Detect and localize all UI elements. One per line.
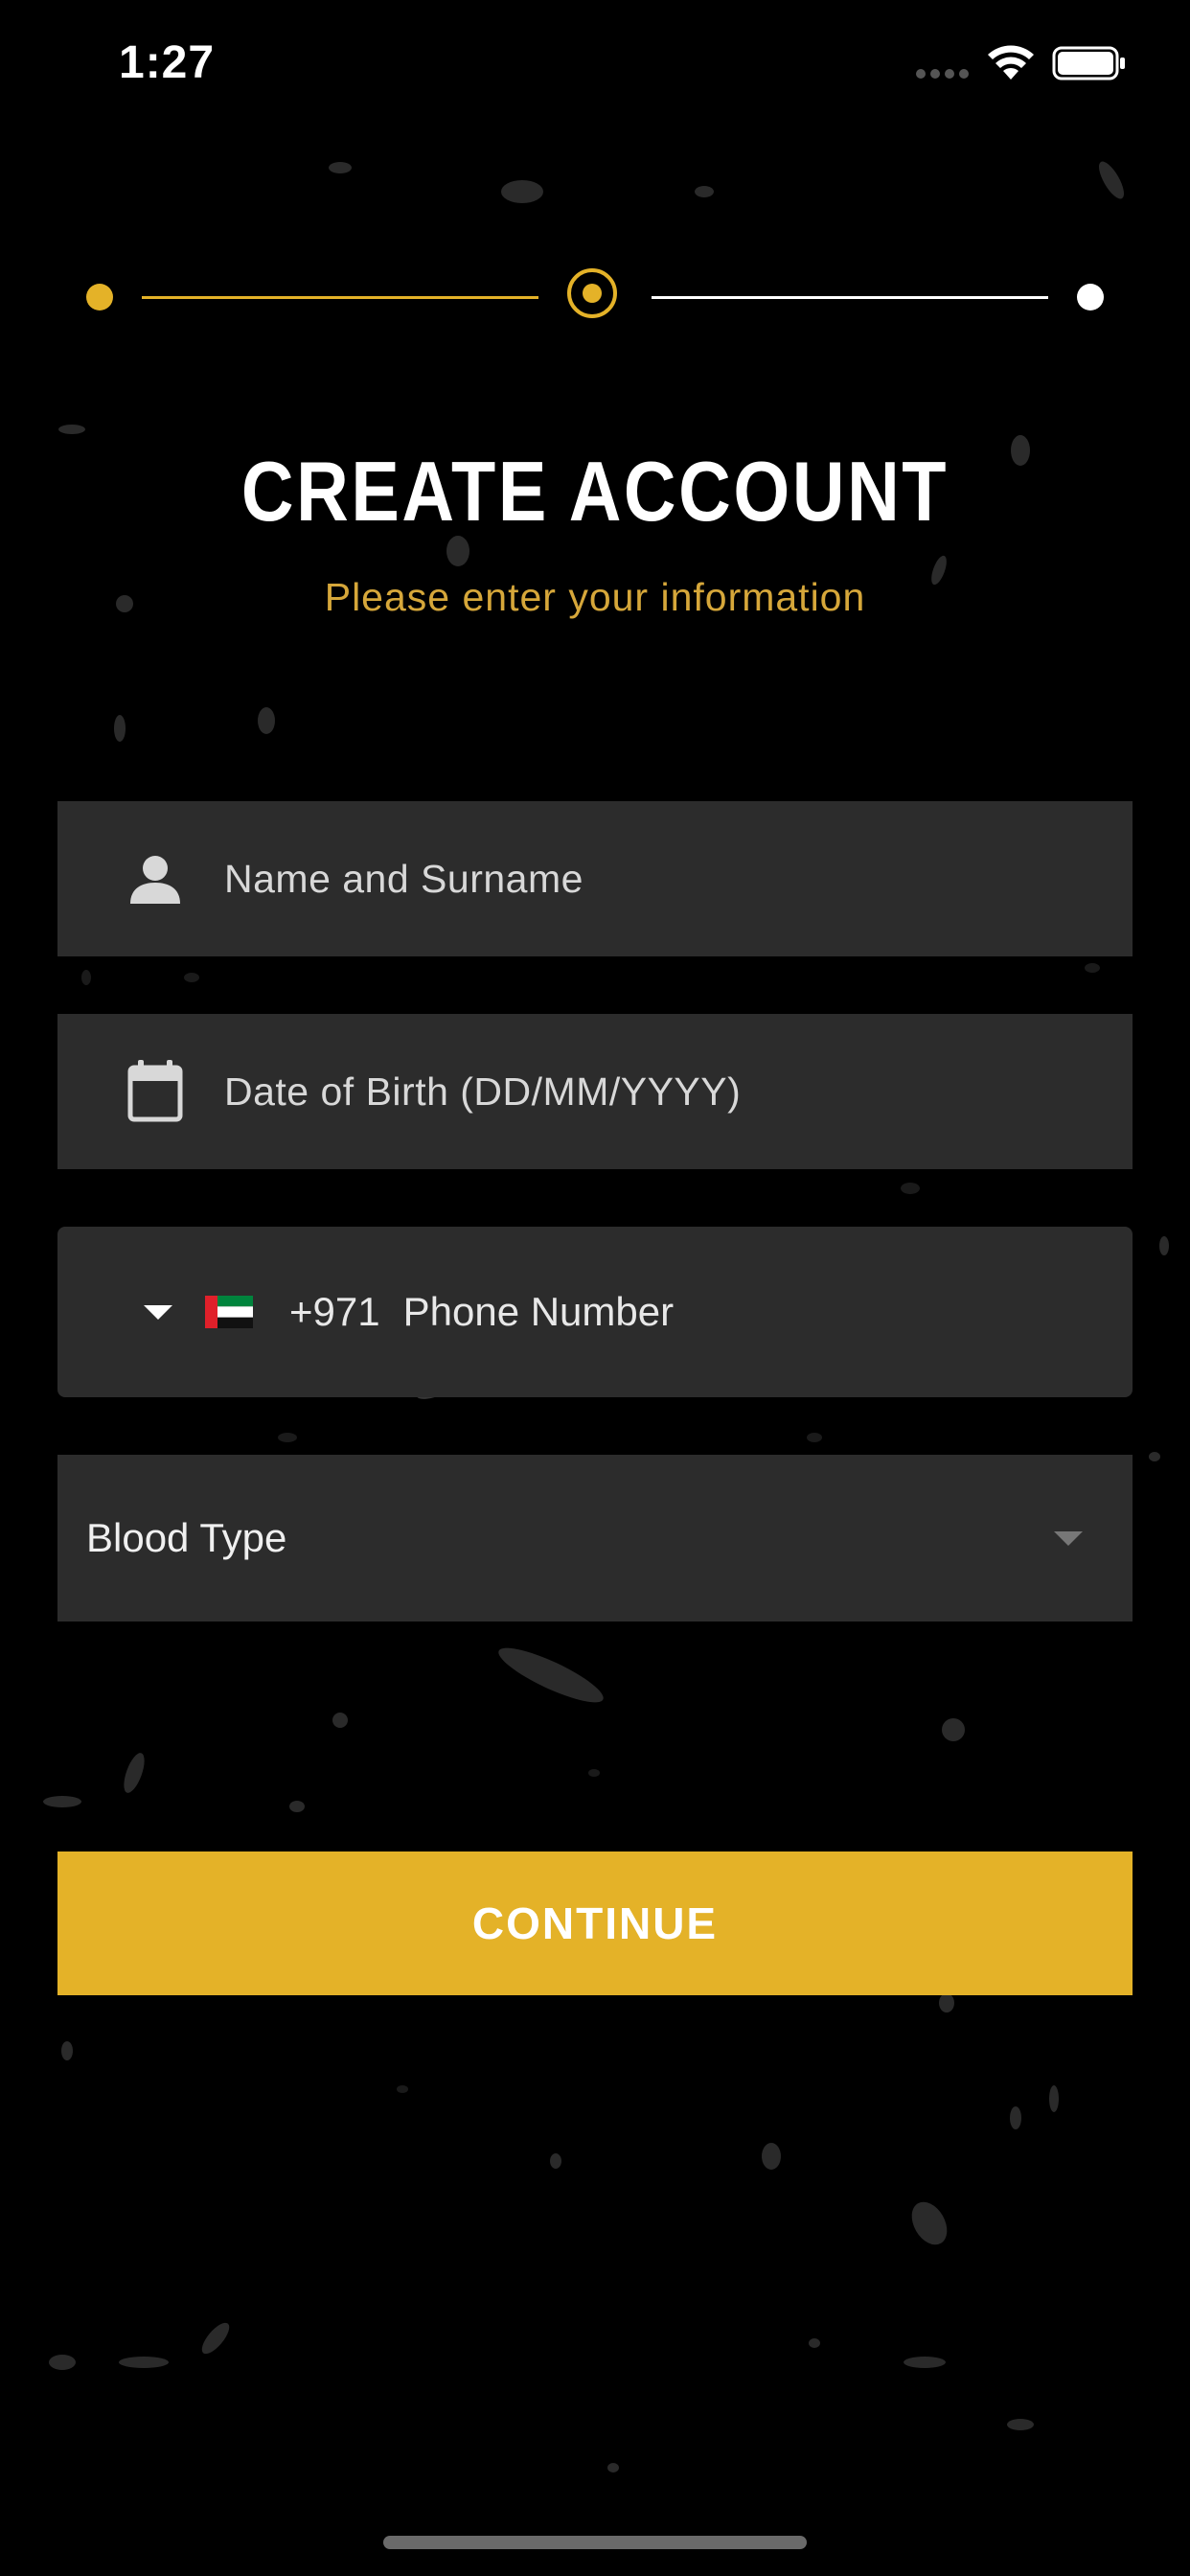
date-of-birth-field[interactable]: Date of Birth (DD/MM/YYYY): [57, 1014, 1133, 1169]
uae-flag-icon[interactable]: [205, 1296, 253, 1328]
step-connector-pending: [652, 296, 1048, 299]
step-2-current: [567, 268, 617, 318]
blood-type-select[interactable]: Blood Type: [57, 1455, 1133, 1622]
calendar-icon: [125, 1060, 186, 1122]
name-field-placeholder: Name and Surname: [224, 856, 584, 901]
progress-stepper: [77, 259, 1111, 335]
cellular-signal-icon: [916, 69, 969, 79]
page-subtitle: Please enter your information: [324, 575, 866, 619]
phone-number-placeholder: Phone Number: [402, 1289, 675, 1334]
step-connector-completed: [142, 296, 538, 299]
page-title: CREATE ACCOUNT: [240, 444, 950, 539]
chevron-down-icon: [1054, 1531, 1083, 1546]
home-indicator: [383, 2536, 807, 2549]
battery-icon: [1052, 46, 1125, 80]
country-dial-code[interactable]: +971: [289, 1289, 380, 1335]
continue-button[interactable]: CONTINUE: [57, 1852, 1133, 1995]
country-dropdown-caret-icon[interactable]: [144, 1304, 172, 1320]
phone-field[interactable]: +971 Phone Number: [57, 1227, 1133, 1397]
person-icon: [125, 848, 186, 909]
wifi-icon: [988, 45, 1034, 80]
status-bar-time: 1:27: [119, 37, 216, 88]
step-1-completed: [86, 284, 113, 310]
name-field[interactable]: Name and Surname: [57, 801, 1133, 956]
date-of-birth-placeholder: Date of Birth (DD/MM/YYYY): [224, 1069, 742, 1114]
step-3-pending: [1077, 284, 1104, 310]
blood-type-label: Blood Type: [86, 1515, 287, 1560]
